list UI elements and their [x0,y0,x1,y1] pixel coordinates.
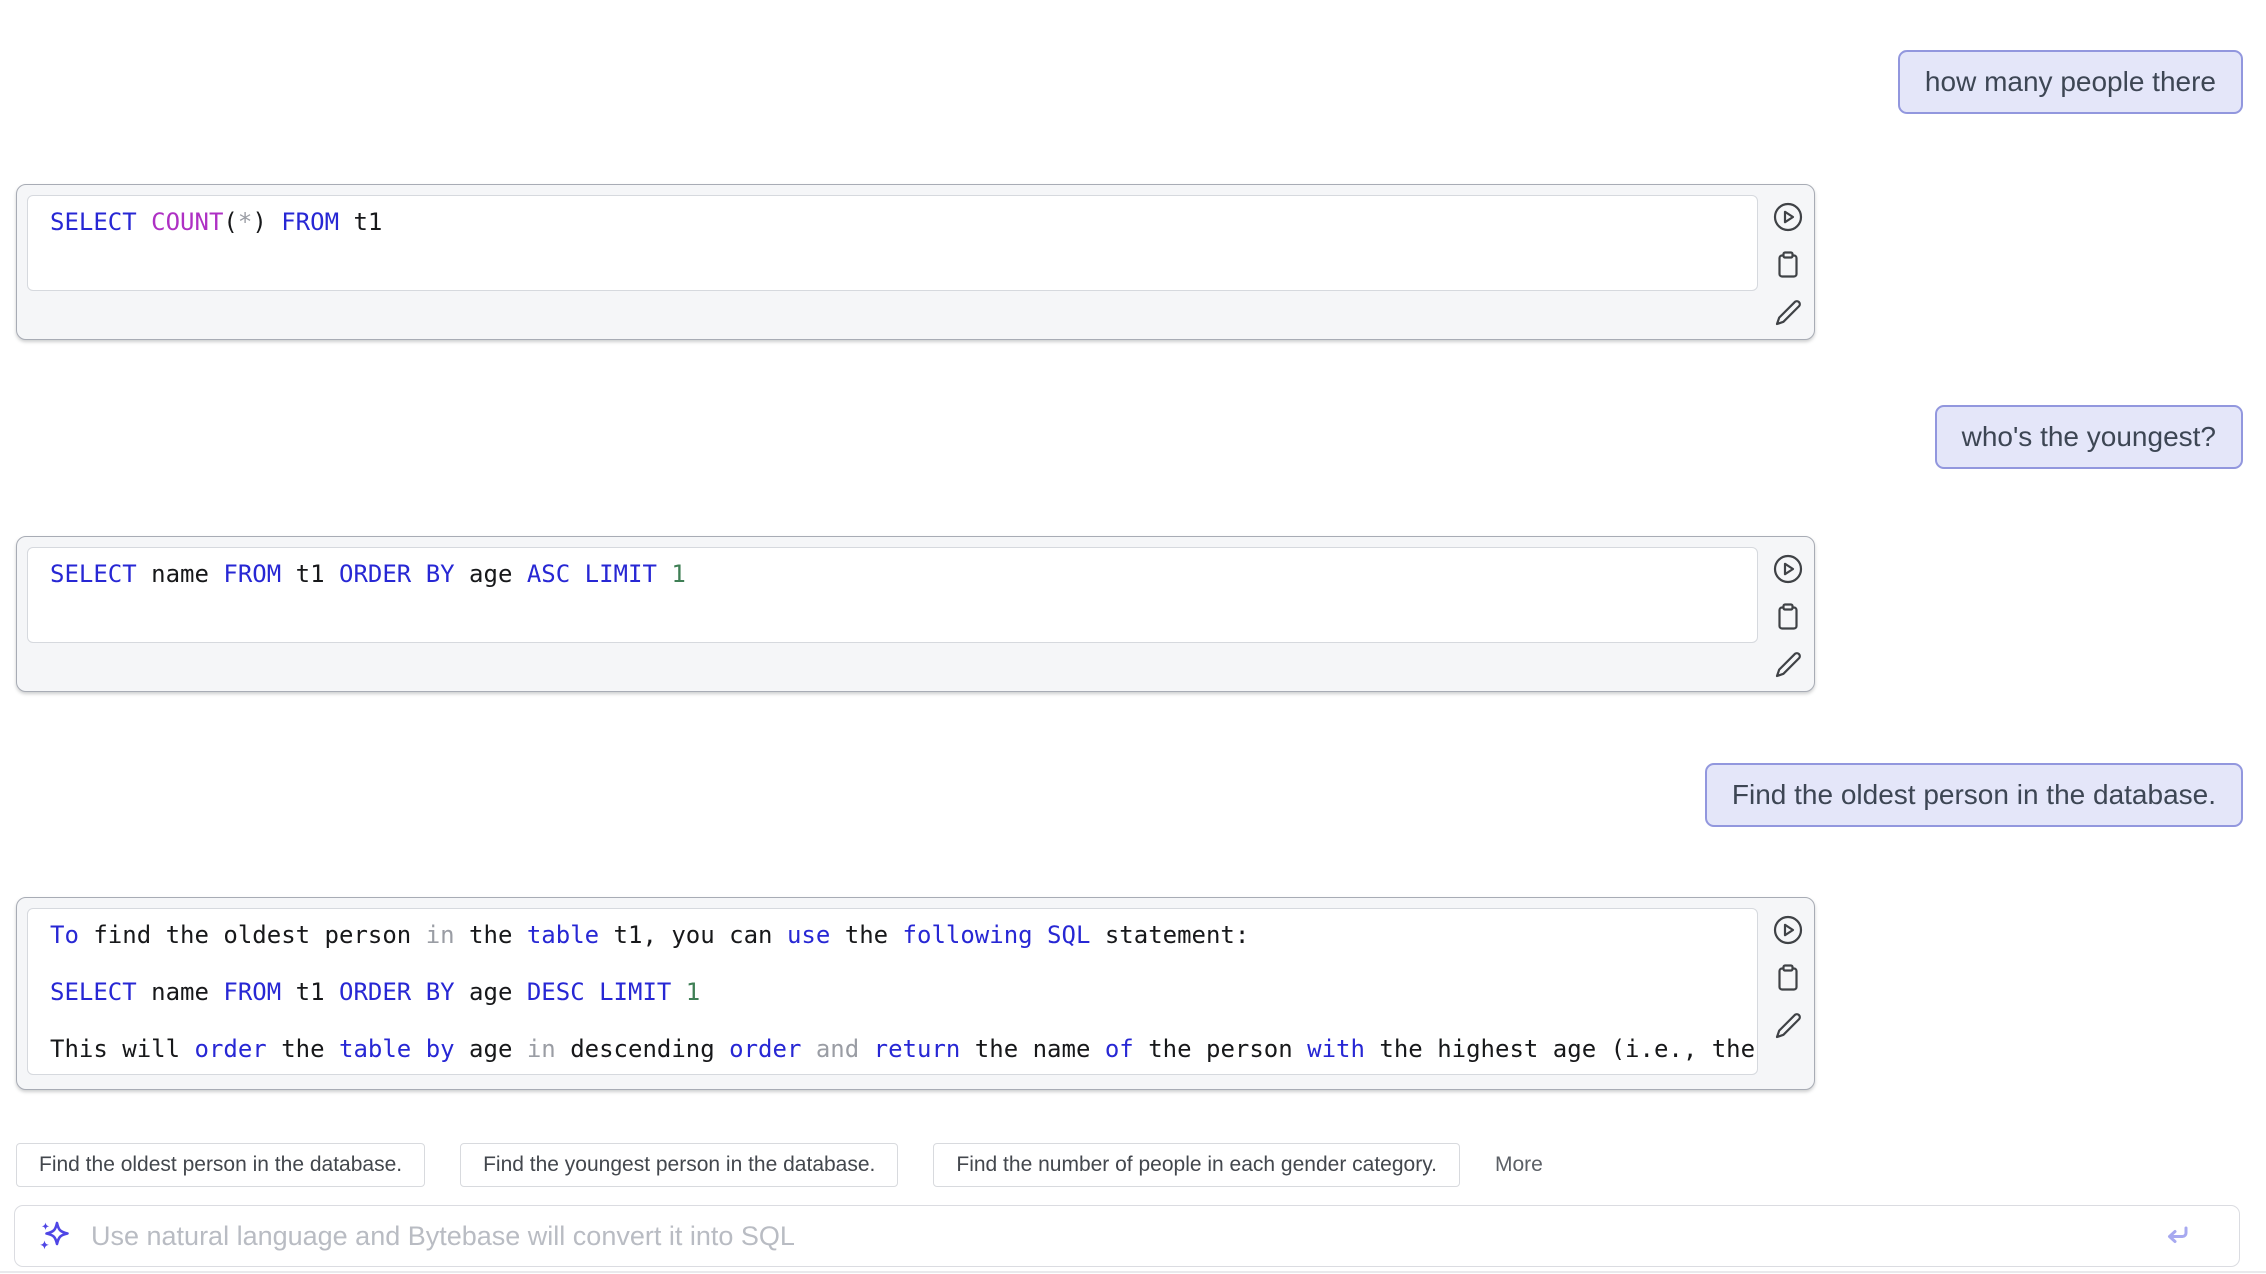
sql-response-block: SELECT COUNT(*) FROM t1 [16,184,1815,340]
user-message-bubble: Find the oldest person in the database. [1705,763,2243,827]
run-query-button[interactable] [1770,199,1806,235]
code-line: This will order the table by age in desc… [50,1031,1757,1067]
suggestion-chip-row: Find the oldest person in the database. … [16,1143,1553,1187]
bottom-divider [0,1271,2266,1273]
sql-block-toolbar [1766,199,1810,331]
code-line: To find the oldest person in the table t… [50,917,1757,953]
suggestion-chip[interactable]: Find the youngest person in the database… [460,1143,898,1187]
natural-language-input[interactable] [89,1220,2157,1253]
edit-pencil-icon[interactable] [1770,295,1806,331]
sql-chat-panel: how many people there who's the youngest… [0,0,2266,1274]
sql-block-toolbar [1766,551,1810,683]
edit-pencil-icon[interactable] [1770,647,1806,683]
suggestion-chip[interactable]: Find the number of people in each gender… [933,1143,1460,1187]
copy-icon[interactable] [1770,247,1806,283]
code-line: SELECT COUNT(*) FROM t1 [50,204,1757,240]
run-query-button[interactable] [1770,912,1806,948]
user-message-bubble: who's the youngest? [1935,405,2243,469]
edit-pencil-icon[interactable] [1770,1008,1806,1044]
more-suggestions-button[interactable]: More [1485,1153,1553,1177]
copy-icon[interactable] [1770,960,1806,996]
nl-to-sql-composer [14,1205,2240,1267]
sql-response-block: To find the oldest person in the table t… [16,897,1815,1090]
ai-sparkle-icon [35,1216,75,1256]
suggestion-chip[interactable]: Find the oldest person in the database. [16,1143,425,1187]
user-message-bubble: how many people there [1898,50,2243,114]
sql-code-editor[interactable]: SELECT name FROM t1 ORDER BY age ASC LIM… [27,547,1758,643]
sql-response-block: SELECT name FROM t1 ORDER BY age ASC LIM… [16,536,1815,692]
code-line: SELECT name FROM t1 ORDER BY age ASC LIM… [50,556,1757,592]
sql-code-editor[interactable]: To find the oldest person in the table t… [27,908,1758,1075]
sql-block-toolbar [1766,912,1810,1044]
code-line: SELECT name FROM t1 ORDER BY age DESC LI… [50,974,1757,1010]
run-query-button[interactable] [1770,551,1806,587]
submit-enter-icon[interactable] [2157,1216,2197,1256]
sql-code-editor[interactable]: SELECT COUNT(*) FROM t1 [27,195,1758,291]
copy-icon[interactable] [1770,599,1806,635]
